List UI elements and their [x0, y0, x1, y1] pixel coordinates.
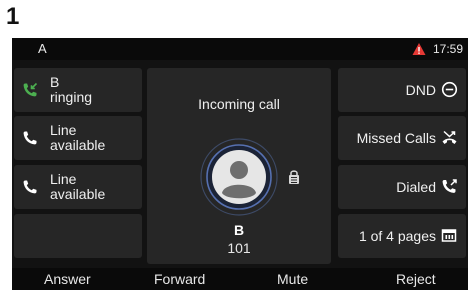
incoming-call-icon: [23, 82, 38, 97]
figure-label: 1: [6, 3, 20, 30]
phone-icon: [23, 180, 37, 194]
forward-softkey[interactable]: Forward: [154, 271, 205, 287]
softkey-bar: Answer Forward Mute Reject: [12, 268, 468, 290]
line-key-label: Bringing: [50, 74, 93, 105]
answer-softkey[interactable]: Answer: [44, 271, 91, 287]
account-label: A: [38, 41, 47, 56]
reject-softkey[interactable]: Reject: [396, 271, 436, 287]
caller-number: 101: [227, 240, 251, 256]
outgoing-call-icon: [442, 179, 457, 193]
dnd-key[interactable]: DND: [338, 68, 466, 112]
mute-softkey[interactable]: Mute: [277, 271, 308, 287]
pages-icon: [441, 229, 457, 242]
dialed-label: Dialed: [396, 179, 436, 195]
call-panel: Incoming call B 101: [147, 68, 331, 264]
call-status: Incoming call: [198, 96, 280, 112]
dnd-icon: [441, 81, 458, 98]
line-key-4[interactable]: [14, 214, 142, 258]
clock: 17:59: [433, 42, 464, 56]
line-key-1[interactable]: Bringing: [14, 68, 142, 112]
encrypted-lock-icon: [289, 170, 299, 184]
status-bar: A 17:59: [12, 38, 468, 60]
avatar: [200, 138, 278, 216]
line-key-2[interactable]: Line available: [14, 116, 142, 160]
missed-call-icon: [442, 130, 457, 144]
page-indicator-label: 1 of 4 pages: [358, 228, 436, 244]
warning-triangle-icon[interactable]: [412, 42, 426, 56]
line-key-label: Line available: [50, 171, 106, 202]
caller-name: B: [233, 222, 245, 238]
dialed-key[interactable]: Dialed: [338, 165, 466, 209]
page-indicator-key[interactable]: 1 of 4 pages: [338, 214, 466, 258]
phone-icon: [23, 131, 37, 145]
phone-screen: A 17:59 Bringing Line available Line avail…: [12, 38, 468, 290]
dnd-label: DND: [405, 82, 436, 98]
missed-calls-key[interactable]: Missed Calls: [338, 116, 466, 160]
missed-calls-label: Missed Calls: [356, 130, 436, 146]
line-key-label: Line available: [50, 122, 106, 153]
line-key-3[interactable]: Line available: [14, 165, 142, 209]
